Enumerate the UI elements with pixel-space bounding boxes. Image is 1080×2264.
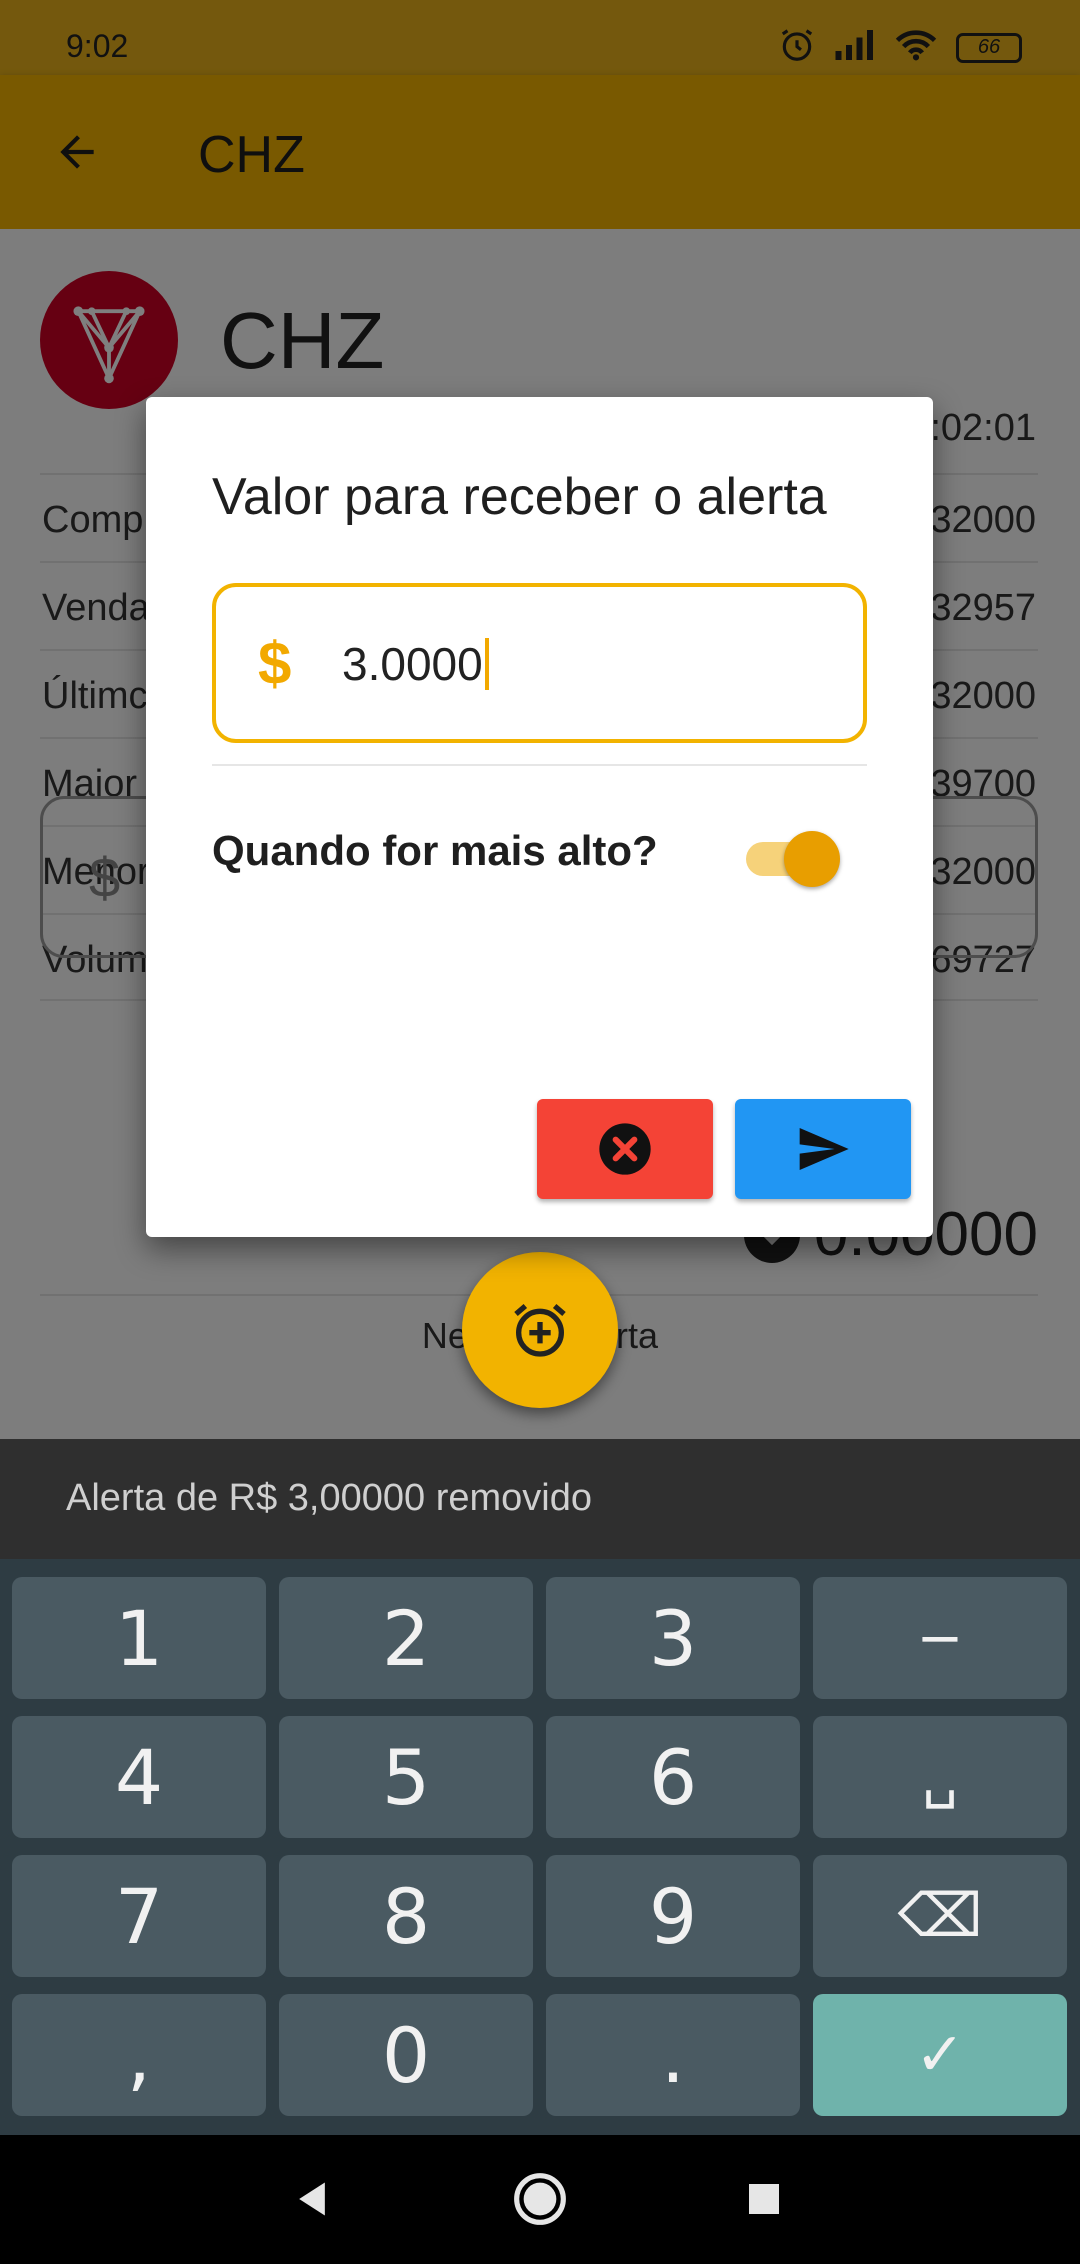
dollar-icon: $ <box>258 630 292 697</box>
nav-back-button[interactable] <box>272 2159 352 2239</box>
higher-toggle[interactable] <box>740 825 840 889</box>
nav-back-icon <box>299 2182 325 2216</box>
key-9[interactable]: 9 <box>546 1855 800 1977</box>
cancel-button[interactable] <box>537 1099 713 1199</box>
key-3[interactable]: 3 <box>546 1577 800 1699</box>
nav-recents-button[interactable] <box>724 2159 804 2239</box>
key-space[interactable]: ␣ <box>813 1716 1067 1838</box>
add-alert-button[interactable] <box>462 1252 618 1408</box>
key-4[interactable]: 4 <box>12 1716 266 1838</box>
key-1[interactable]: 1 <box>12 1577 266 1699</box>
nav-home-icon <box>514 2173 566 2225</box>
snackbar-message: Alerta de R$ 3,00000 removido <box>66 1477 592 1519</box>
alert-dialog: Valor para receber o alerta $ 3.0000 Qua… <box>146 397 933 1237</box>
amount-value: 3.0000 <box>342 638 483 690</box>
snackbar: Alerta de R$ 3,00000 removido <box>0 1439 1080 1559</box>
send-button[interactable] <box>735 1099 911 1199</box>
key-2[interactable]: 2 <box>279 1577 533 1699</box>
dialog-title: Valor para receber o alerta <box>212 468 827 526</box>
amount-value-wrap: 3.0000 <box>342 637 489 691</box>
key-8[interactable]: 8 <box>279 1855 533 1977</box>
key-done[interactable]: ✓ <box>813 1994 1067 2116</box>
toggle-label: Quando for mais alto? <box>212 827 658 874</box>
navigation-bar <box>0 2135 1080 2264</box>
key-7[interactable]: 7 <box>12 1855 266 1977</box>
key-0[interactable]: 0 <box>279 1994 533 2116</box>
alarm-add-icon <box>514 1303 566 1357</box>
key-5[interactable]: 5 <box>279 1716 533 1838</box>
divider <box>212 764 867 766</box>
key-period[interactable]: . <box>546 1994 800 2116</box>
numeric-keyboard: 1 2 3 − 4 5 6 ␣ 7 8 9 ⌫ , 0 . ✓ <box>0 1559 1080 2135</box>
toggle-thumb <box>784 831 840 887</box>
key-6[interactable]: 6 <box>546 1716 800 1838</box>
cancel-circle-icon <box>599 1123 651 1175</box>
alert-amount-input[interactable]: $ 3.0000 <box>212 583 867 743</box>
send-icon <box>799 1128 849 1170</box>
text-caret <box>484 638 489 690</box>
key-minus[interactable]: − <box>813 1577 1067 1699</box>
key-comma[interactable]: , <box>12 1994 266 2116</box>
key-backspace[interactable]: ⌫ <box>813 1855 1067 1977</box>
nav-recents-icon <box>749 2184 779 2214</box>
nav-home-button[interactable] <box>500 2159 580 2239</box>
